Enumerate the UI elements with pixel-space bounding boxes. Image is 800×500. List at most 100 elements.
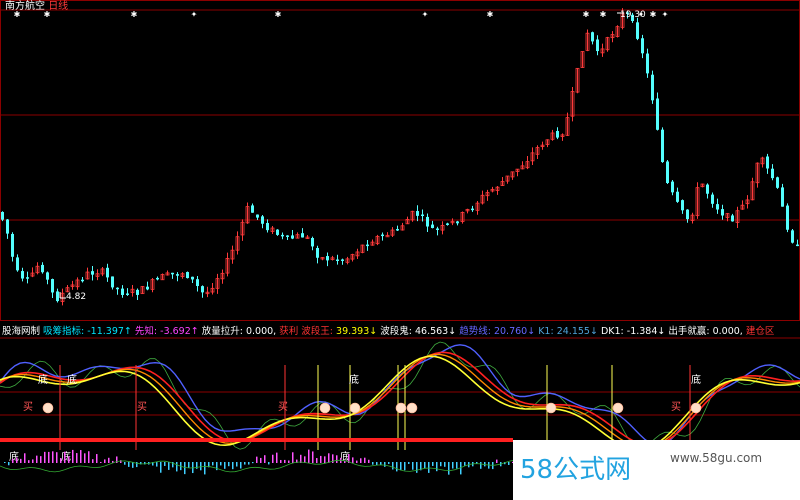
candle-body-down <box>286 235 289 237</box>
histogram-bar <box>156 462 158 467</box>
histogram-bar <box>64 451 66 463</box>
top-signal-marker: ✱ <box>487 10 494 19</box>
histogram-bar <box>384 462 386 467</box>
chart-window: 南方航空 日线 19.30 4.82 ✱ ✱ ✱ ✦ ✱ ✦ ✱ ✱ ✱ ✦ ✱ ✦ 股海网制 吸筹指标: -… <box>0 0 800 500</box>
candle-body-down <box>426 216 429 227</box>
smiley-marker <box>690 402 702 414</box>
histogram-bar <box>260 457 262 463</box>
histogram-bar <box>324 456 326 463</box>
histogram-bar <box>328 453 330 463</box>
indicator-value: 24.155↓ <box>554 326 598 337</box>
candle-body-down <box>706 184 709 194</box>
candle-body-down <box>641 38 644 54</box>
candle-body-down <box>776 177 779 188</box>
top-signal-marker: ✦ <box>422 10 429 19</box>
histogram-bar <box>284 459 286 463</box>
candle-body-down <box>256 214 259 218</box>
histogram-bar <box>244 462 246 465</box>
histogram-bar <box>268 462 270 465</box>
top-signal-marker: ✱ <box>14 10 21 19</box>
top-signal-marker: ✱ <box>650 10 657 19</box>
candle-body-down <box>421 214 424 217</box>
histogram-bar <box>36 455 38 463</box>
candle-body-down <box>336 259 339 262</box>
histogram-bar <box>308 449 310 463</box>
histogram-bar <box>88 451 90 463</box>
histogram-bar <box>108 457 110 463</box>
stock-chart: 南方航空 日线19.304.82✱ ✱ ✱ ✦ ✱ ✦ ✱ ✱ ✱ ✦ ✱ ✦股海网制 吸筹指标: -… <box>0 0 800 500</box>
candle-body-down <box>711 194 714 204</box>
candle-body-down <box>716 204 719 210</box>
histogram-bar <box>56 452 58 463</box>
histogram-bar <box>264 455 266 463</box>
histogram-bar <box>232 462 234 470</box>
indicator-value: 20.760↓ <box>491 326 535 337</box>
histogram-bar <box>364 457 366 463</box>
histogram-bar <box>188 462 190 468</box>
histogram-bar <box>444 462 446 467</box>
histogram-bar <box>80 450 82 463</box>
buy-signal-label: 买 <box>671 401 681 413</box>
candle-body-down <box>176 274 179 276</box>
histogram-bar <box>28 460 30 463</box>
candle-body-down <box>431 224 434 228</box>
histogram-bar <box>456 462 458 469</box>
green-line <box>0 341 800 450</box>
indicator-value: 39.393↓ <box>333 326 377 337</box>
top-signal-marker: ✱ <box>275 10 282 19</box>
top-signal-label: 底 <box>38 373 48 386</box>
histogram-bar <box>336 455 338 463</box>
red-line <box>0 351 800 447</box>
histogram-bar <box>32 459 34 463</box>
low-price-label: 4.82 <box>66 292 86 302</box>
buy-signal-label: 买 <box>23 401 33 413</box>
candle-body-down <box>126 293 129 295</box>
indicator-label: 吸筹指标: <box>43 325 84 337</box>
histogram-bar <box>408 462 410 464</box>
histogram-bar <box>40 456 42 463</box>
candle-body-down <box>766 156 769 169</box>
candle-body-down <box>301 233 304 238</box>
candle-body-down <box>111 276 114 288</box>
top-signal-marker: ✱ <box>583 10 590 19</box>
indicator-label: 放量拉升: <box>202 325 243 337</box>
histogram-bar <box>304 456 306 463</box>
candle-body-down <box>11 233 14 257</box>
histogram-bar <box>288 460 290 463</box>
candle-body-down <box>266 222 269 231</box>
histogram-bar <box>272 454 274 463</box>
top-signal-label: 底 <box>691 373 701 386</box>
histogram-bar <box>24 453 26 463</box>
histogram-bar <box>428 462 430 473</box>
candle-body-down <box>311 237 314 247</box>
candle-body-down <box>796 244 799 247</box>
candle-body-down <box>46 272 49 280</box>
histogram-bar <box>252 462 254 464</box>
candle-body-down <box>681 200 684 211</box>
histogram-bar <box>280 459 282 463</box>
histogram-bar <box>464 462 466 466</box>
candle-body-down <box>791 230 794 243</box>
candle-body-down <box>661 129 664 163</box>
candle-body-down <box>446 223 449 225</box>
candle-body-down <box>156 277 159 280</box>
histogram-bar <box>320 455 322 463</box>
histogram-bar <box>248 462 250 465</box>
histogram-bar <box>20 458 22 463</box>
histogram-bar <box>352 457 354 463</box>
histogram-bar <box>228 462 230 467</box>
candle-body-down <box>771 168 774 179</box>
histogram-bar <box>52 451 54 463</box>
indicator-label: 波段王: <box>301 325 333 337</box>
top-signal-label: 底 <box>67 373 77 386</box>
candle-body-down <box>171 272 174 275</box>
candle-body-down <box>396 229 399 231</box>
histogram-bar <box>184 462 186 475</box>
candle-body-down <box>106 267 109 278</box>
indicator-label: 先知: <box>135 325 157 337</box>
indicator-value: -11.397↑ <box>84 326 132 337</box>
histogram-bar <box>372 462 374 465</box>
candle-body-down <box>646 53 649 74</box>
candle-body-down <box>146 286 149 290</box>
smiley-marker <box>42 402 54 414</box>
